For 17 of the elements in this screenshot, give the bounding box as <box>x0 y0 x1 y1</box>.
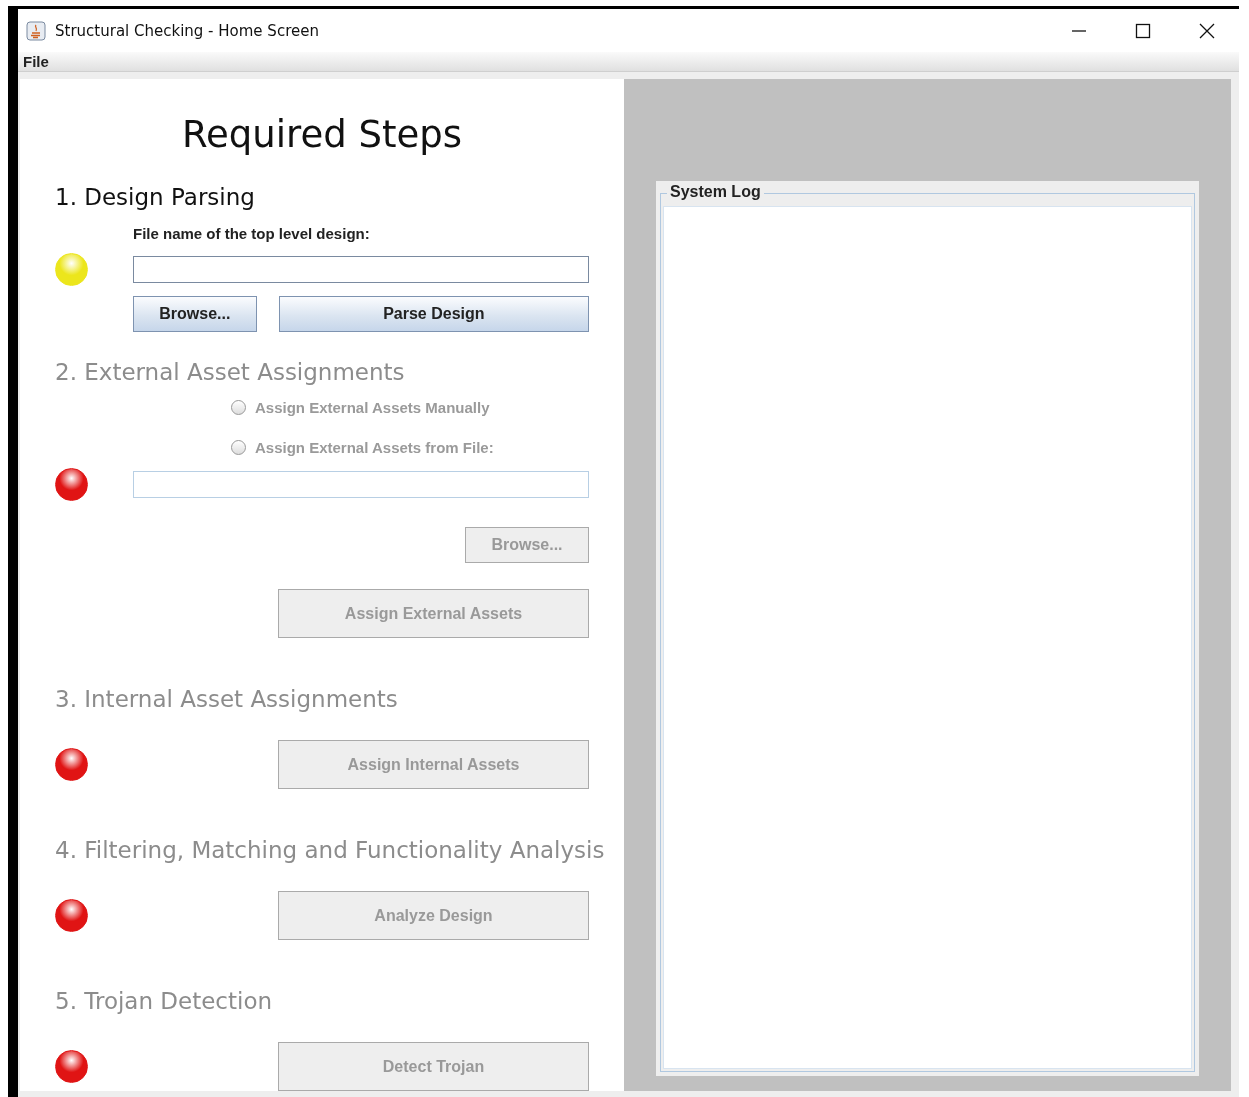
step-title: 4. Filtering, Matching and Functionality Analysis <box>55 836 606 865</box>
maximize-icon <box>1135 22 1151 39</box>
step-title: 5. Trojan Detection <box>55 987 274 1016</box>
action-button[interactable]: Parse Design <box>278 296 589 332</box>
browse-button[interactable]: Browse... <box>133 296 257 332</box>
menu-item[interactable]: File <box>21 53 51 70</box>
step-title: 2. External Asset Assignments <box>55 358 406 387</box>
step-title: 1. Design Parsing <box>55 183 256 212</box>
field-label: File name of the top level design: <box>133 225 370 242</box>
log-title: System Log <box>667 183 764 201</box>
step-title: 3. Internal Asset Assignments <box>55 685 399 714</box>
file-name-field[interactable] <box>133 256 589 283</box>
app-icon <box>26 20 46 41</box>
minimize-icon <box>1071 29 1087 32</box>
window-title: Structural Checking - Home Screen <box>55 21 319 40</box>
panel-heading: Required Steps <box>181 113 463 157</box>
close-icon <box>1199 22 1215 39</box>
